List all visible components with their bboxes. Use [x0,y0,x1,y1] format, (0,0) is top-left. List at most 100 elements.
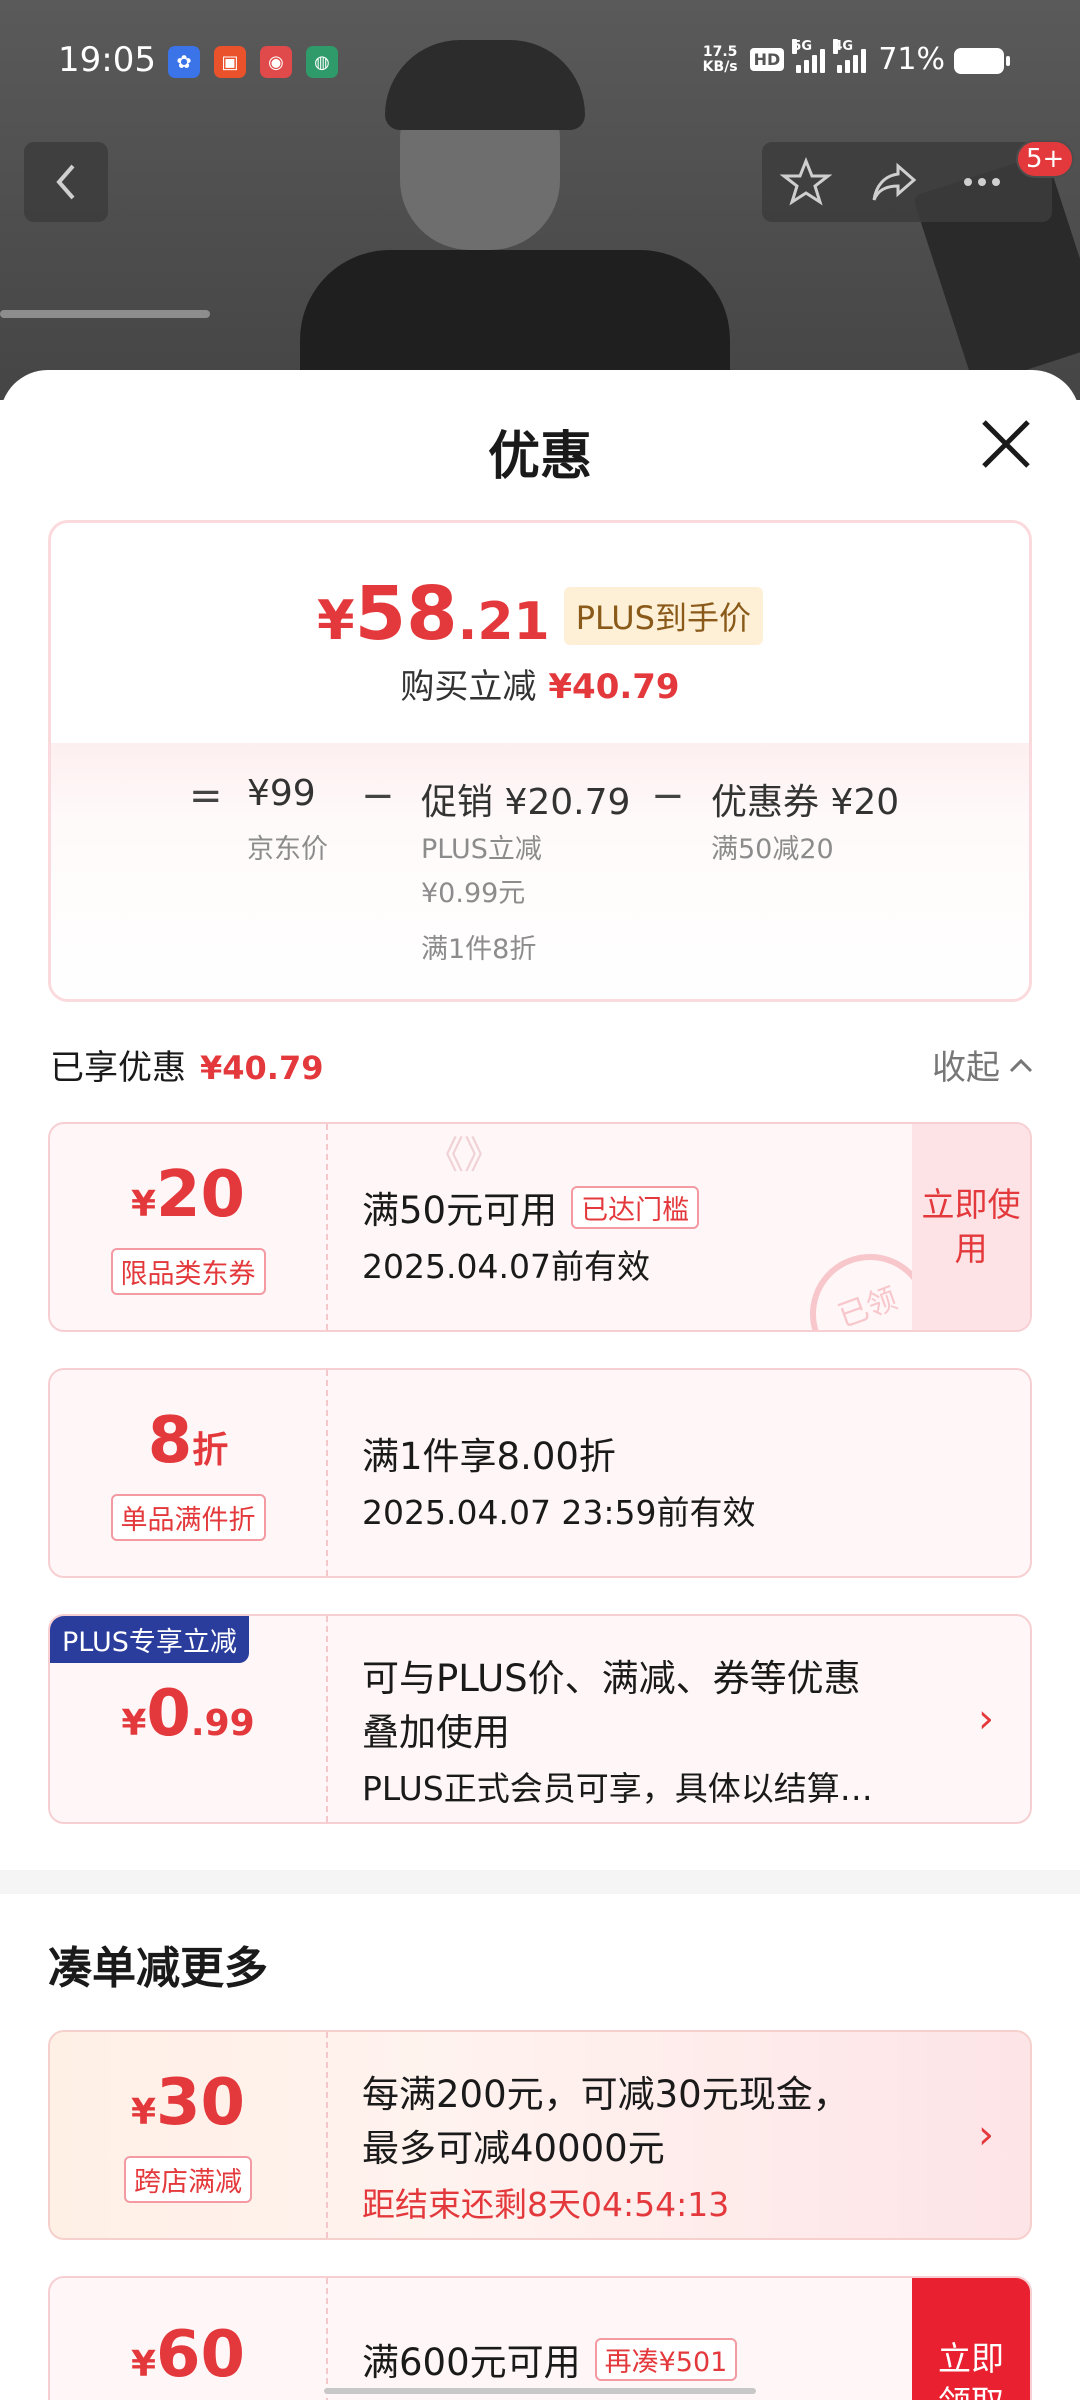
coupon-condition: 满50元可用 [362,1189,558,1232]
share-icon[interactable] [868,156,920,208]
price-integer: 58 [354,571,458,657]
coupon-amount-value: 60 [156,2318,246,2392]
coupon-amount: ¥60 [131,2320,245,2400]
coupon-value: ¥60 [50,2278,326,2400]
coupon-card-plus[interactable]: PLUS专享立减 ¥0.99 可与PLUS价、满减、券等优惠 叠加使用 PLUS… [48,1614,1032,1824]
watermark-logo: 《》 [426,1133,503,1177]
jd-price-label: 京东价 [247,834,328,865]
cross-store-discount-card[interactable]: ¥30 跨店满减 每满200元，可减30元现金， 最多可减40000元 距结束还… [48,2030,1032,2240]
plus-amount-integer: 0 [146,1677,191,1751]
final-price-row: ¥58.21 PLUS到手价 [51,571,1029,657]
service-app-icon: ◍ [306,46,338,78]
coupon-expiry: 2025.04.07 23:59前有效 [362,1493,756,1532]
coupon-condition-row: 满600元可用 再凑¥501 [362,2332,952,2386]
coupon-value: 8折 单品满件折 [50,1370,326,1576]
coupon-amount-value: 20 [156,1157,246,1232]
enjoyed-label: 已享优惠 [50,1048,186,1088]
enjoyed-discount-row: 已享优惠 ¥40.79 收起 [50,1040,1034,1100]
close-icon[interactable] [976,414,1036,474]
price-summary-card: ¥58.21 PLUS到手价 购买立减 ¥40.79 = ¥99 京东价 − 促销… [48,520,1032,1002]
chevron-right-icon: › [978,1696,994,1742]
signal-4g-label: 4G [833,38,854,54]
promo-quantity-discount: 满1件8折 [421,934,537,965]
discount-sheet: 优惠 ¥58.21 PLUS到手价 购买立减 ¥40.79 = ¥99 京东价 −… [0,370,1080,2400]
message-badge: 5+ [1016,140,1075,178]
coupon-amount: ¥20 [131,1160,245,1240]
coupon-details: 可与PLUS价、满减、券等优惠 叠加使用 PLUS正式会员可享，具体以结算… [362,1648,952,1810]
sheet-title: 优惠 [487,427,592,487]
plus-member-note: PLUS正式会员可享，具体以结算… [362,1769,873,1808]
plus-stack-note-cont: 叠加使用 [362,1711,510,1754]
clothes-rail [0,310,210,318]
coupon-details: 满1件享8.00折 2025.04.07 23:59前有效 [362,1426,952,1534]
status-indicators: 17.5 KB/s HD 5G 4G 71% [702,38,945,77]
coupon-type-tag: 限品类东券 [110,1247,266,1295]
status-time: 19:05 [58,40,156,80]
price-decimal: .21 [457,592,550,652]
baidu-app-icon: ✿ [168,46,200,78]
coupon-value: ¥20 限品类东券 [50,1124,326,1330]
coupon-condition: 满1件享8.00折 [362,1435,616,1478]
chevron-left-icon [56,164,75,200]
coupon-currency: ¥ [130,1183,156,1225]
coupon-card-600: ¥60 满600元可用 再凑¥501 2025.04.07前有效 立即领取 [48,2276,1032,2400]
coupon-type-tag: 跨店满减 [124,2155,252,2203]
signal-5g-label: 5G [792,38,813,54]
promo-plus-amount: ¥0.99元 [421,878,526,909]
collapse-label: 收起 [932,1048,1000,1088]
promo-plus-label: PLUS立减 [421,834,542,865]
network-speed-value: 17.5 [702,43,738,60]
coupon-condition: 满600元可用 [362,2341,581,2384]
battery-percent: 71% [878,42,945,77]
status-bar: 19:05 ✿ ▣ ◉ ◍ 17.5 KB/s HD 5G 4G 71% [0,0,1080,120]
add-more-tag: 再凑¥501 [594,2337,738,2381]
hd-icon: HD [749,48,785,71]
cross-store-rule: 每满200元，可减30元现金， [362,2073,850,2116]
use-now-button[interactable]: 立即使用 [912,1124,1030,1330]
coupon-currency: ¥ [130,2344,156,2385]
minus-sign-1: − [361,773,395,819]
home-indicator[interactable] [324,2388,756,2394]
coupon-condition: 满50减20 [711,834,834,865]
coupon-divider [326,1616,328,1822]
top-actions [762,142,1052,222]
signal-4g-icon: 4G [833,38,867,73]
final-price: ¥58.21 [317,571,550,657]
star-icon[interactable] [780,156,832,208]
coupon-amount: ¥30 [131,2068,245,2148]
equals-sign: = [189,773,223,819]
chevron-right-icon: › [978,2112,994,2158]
network-speed: 17.5 KB/s [702,43,738,75]
plus-amount-decimal: .99 [190,1703,255,1744]
jd-price: ¥99 [247,773,316,814]
enjoyed-amount: ¥40.79 [200,1049,324,1087]
discount-rate-value: 8 [147,1403,193,1478]
notification-icons: ✿ ▣ ◉ ◍ [168,46,338,78]
coupon-divider [326,2278,328,2400]
coupon-details: 每满200元，可减30元现金， 最多可减40000元 距结束还剩8天04:54:… [362,2064,952,2226]
coupon-amount: 优惠券 ¥20 [711,782,900,823]
instant-discount-label: 购买立减 [400,667,537,707]
cross-store-max: 最多可减40000元 [362,2127,665,2170]
more-deals-title: 凑单减更多 [48,1943,268,1994]
instant-discount-amount: ¥40.79 [548,667,680,707]
price-currency: ¥ [317,589,355,652]
claim-now-button[interactable]: 立即领取 [912,2278,1030,2400]
instant-discount-line: 购买立减 ¥40.79 [51,659,1029,708]
minus-sign-2: − [651,773,685,819]
more-icon[interactable] [956,156,1008,208]
battery-icon [954,48,1010,74]
plus-price-tag: PLUS到手价 [563,587,763,645]
coupon-card-dong: 《》 ¥20 限品类东券 满50元可用 已达门槛 2025.04.07前有效 已… [48,1122,1032,1332]
shop-app-icon: ◉ [260,46,292,78]
news-app-icon: ▣ [214,46,246,78]
back-button[interactable] [24,142,108,222]
chevron-up-icon [1009,1058,1033,1072]
countdown-timer: 距结束还剩8天04:54:13 [362,2185,730,2224]
coupon-divider [326,2032,328,2238]
signal-5g-icon: 5G [792,38,826,73]
coupon-divider [326,1124,328,1330]
collapse-button[interactable]: 收起 [932,1040,1034,1089]
coupon-type-tag: 单品满件折 [110,1493,266,1541]
threshold-reached-tag: 已达门槛 [571,1185,700,1229]
